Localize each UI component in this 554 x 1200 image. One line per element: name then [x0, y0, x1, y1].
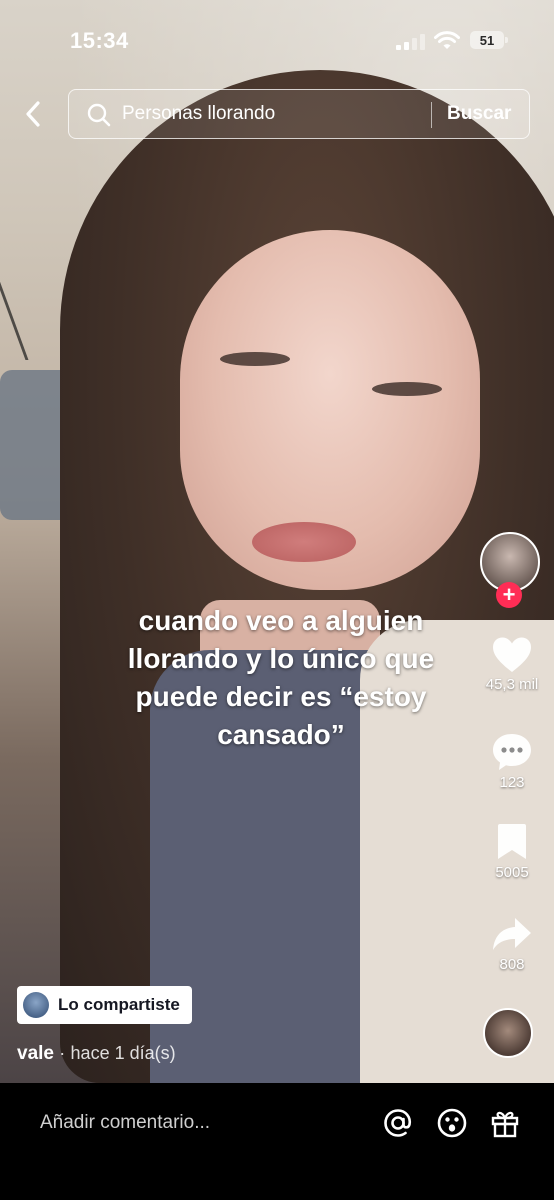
wifi-icon: [434, 31, 460, 49]
search-divider: [431, 102, 432, 128]
subject-right-eye: [372, 382, 442, 396]
chevron-left-icon: [26, 101, 40, 127]
status-time: 15:34: [70, 28, 129, 53]
video-player[interactable]: [0, 0, 554, 1083]
save-button[interactable]: 5005: [476, 822, 548, 881]
like-button[interactable]: 45,3 mil: [476, 636, 548, 693]
comment-bar: Añadir comentario...: [0, 1083, 554, 1200]
video-caption: cuando veo a alguien llorando y lo único…: [127, 605, 435, 750]
search-input[interactable]: Personas llorando: [122, 103, 275, 125]
shared-avatar: [23, 992, 49, 1018]
battery-icon: 51: [470, 31, 508, 49]
bookmark-icon: [498, 824, 526, 859]
author-line: vale · hace 1 día(s): [17, 1043, 176, 1065]
share-button[interactable]: 808: [476, 914, 548, 973]
subject-left-eye: [220, 352, 290, 366]
comment-count: 123: [499, 774, 525, 791]
battery-level: 51: [479, 32, 495, 48]
post-time: hace 1 día(s): [70, 1043, 176, 1063]
gift-icon[interactable]: [489, 1107, 521, 1139]
plus-icon: +: [502, 582, 516, 607]
back-button[interactable]: [18, 98, 48, 130]
author-separator: ·: [59, 1043, 66, 1063]
follow-button[interactable]: +: [496, 582, 522, 608]
emoji-icon[interactable]: [436, 1107, 468, 1139]
author-name[interactable]: vale: [17, 1043, 54, 1064]
cellular-signal-icon: [396, 34, 426, 50]
share-arrow-icon: [493, 918, 531, 950]
save-count: 5005: [495, 864, 529, 881]
music-disc[interactable]: [483, 1008, 533, 1058]
heart-icon: [493, 637, 531, 672]
comment-button[interactable]: 123: [476, 732, 548, 791]
subject-lips: [252, 522, 356, 562]
shared-badge[interactable]: Lo compartiste: [17, 986, 192, 1024]
status-bar: 15:34 51: [0, 0, 554, 80]
comment-input[interactable]: Añadir comentario...: [40, 1112, 210, 1134]
comment-icon: [493, 734, 531, 770]
mention-icon[interactable]: [382, 1107, 414, 1139]
search-bar[interactable]: Personas llorando Buscar: [68, 89, 530, 139]
search-button[interactable]: Buscar: [447, 103, 511, 125]
share-count: 808: [499, 956, 525, 973]
shared-label: Lo compartiste: [58, 995, 180, 1014]
like-count: 45,3 mil: [485, 676, 539, 693]
search-icon: [87, 103, 111, 127]
